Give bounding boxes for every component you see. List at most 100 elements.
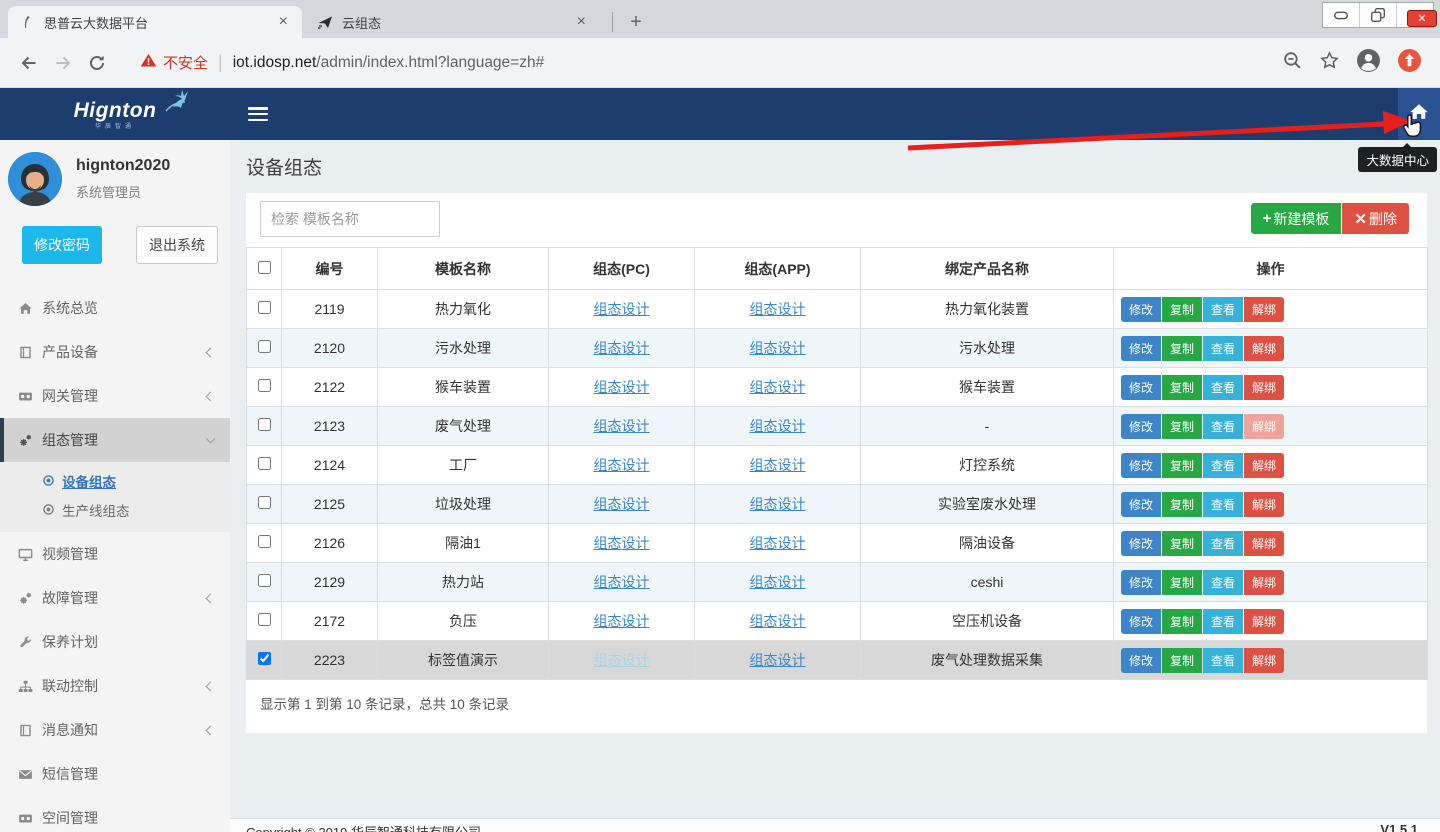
row-checkbox[interactable]	[258, 652, 271, 665]
submenu-item[interactable]: 生产线组态	[0, 495, 230, 524]
bookmark-star-icon[interactable]	[1319, 50, 1340, 76]
app-config-link[interactable]: 组态设计	[750, 535, 806, 551]
app-config-link[interactable]: 组态设计	[750, 340, 806, 356]
app-config-link[interactable]: 组态设计	[750, 301, 806, 317]
restore-button[interactable]	[1360, 3, 1397, 27]
row-checkbox[interactable]	[258, 301, 271, 314]
edit-button[interactable]: 修改	[1121, 375, 1161, 400]
row-checkbox[interactable]	[258, 574, 271, 587]
edit-button[interactable]: 修改	[1121, 297, 1161, 322]
view-button[interactable]: 查看	[1203, 453, 1243, 478]
sidebar-item[interactable]: 产品设备	[0, 330, 230, 374]
row-checkbox[interactable]	[258, 340, 271, 353]
copy-button[interactable]: 复制	[1162, 609, 1202, 634]
view-button[interactable]: 查看	[1203, 648, 1243, 673]
view-button[interactable]: 查看	[1203, 531, 1243, 556]
unbind-button[interactable]: 解绑	[1244, 570, 1284, 595]
delete-button[interactable]: ✕删除	[1342, 203, 1409, 234]
copy-button[interactable]: 复制	[1162, 492, 1202, 517]
new-tab-button[interactable]: +	[622, 8, 650, 36]
app-config-link[interactable]: 组态设计	[750, 652, 806, 668]
pc-config-link[interactable]: 组态设计	[594, 496, 650, 512]
unbind-button[interactable]: 解绑	[1244, 609, 1284, 634]
row-checkbox[interactable]	[258, 379, 271, 392]
copy-button[interactable]: 复制	[1162, 336, 1202, 361]
sidebar-item[interactable]: 短信管理	[0, 752, 230, 796]
url-text[interactable]: iot.idosp.net/admin/index.html?language=…	[233, 54, 545, 72]
edit-button[interactable]: 修改	[1121, 492, 1161, 517]
unbind-button[interactable]: 解绑	[1244, 375, 1284, 400]
pc-config-link[interactable]: 组态设计	[594, 457, 650, 473]
unbind-button[interactable]: 解绑	[1244, 648, 1284, 673]
row-checkbox[interactable]	[258, 418, 271, 431]
pc-config-link[interactable]: 组态设计	[594, 535, 650, 551]
bigdata-home-button[interactable]	[1398, 88, 1440, 140]
reload-button[interactable]	[80, 46, 114, 80]
tab-close-icon[interactable]: ×	[275, 13, 292, 31]
edit-button[interactable]: 修改	[1121, 570, 1161, 595]
browser-update-icon[interactable]	[1397, 48, 1422, 78]
sidebar-toggle-hamburger-icon[interactable]	[248, 105, 268, 123]
logout-button[interactable]: 退出系统	[136, 226, 218, 264]
copy-button[interactable]: 复制	[1162, 531, 1202, 556]
view-button[interactable]: 查看	[1203, 336, 1243, 361]
unbind-button[interactable]: 解绑	[1244, 492, 1284, 517]
app-config-link[interactable]: 组态设计	[750, 379, 806, 395]
copy-button[interactable]: 复制	[1162, 570, 1202, 595]
browser-tab[interactable]: 云组态×	[306, 6, 600, 38]
view-button[interactable]: 查看	[1203, 492, 1243, 517]
view-button[interactable]: 查看	[1203, 609, 1243, 634]
unbind-button[interactable]: 解绑	[1244, 453, 1284, 478]
edit-button[interactable]: 修改	[1121, 414, 1161, 439]
edit-button[interactable]: 修改	[1121, 453, 1161, 478]
forward-button[interactable]	[46, 46, 80, 80]
new-template-button[interactable]: +新建模板	[1251, 203, 1342, 234]
pc-config-link[interactable]: 组态设计	[594, 379, 650, 395]
view-button[interactable]: 查看	[1203, 570, 1243, 595]
copy-button[interactable]: 复制	[1162, 648, 1202, 673]
edit-button[interactable]: 修改	[1121, 648, 1161, 673]
sidebar-item[interactable]: 组态管理	[0, 418, 230, 462]
minimize-button[interactable]	[1323, 3, 1360, 27]
address-bar[interactable]: 不安全 | iot.idosp.net/admin/index.html?lan…	[140, 52, 1282, 74]
browser-tab[interactable]: 思普云大数据平台×	[8, 6, 302, 38]
pc-config-link[interactable]: 组态设计	[594, 574, 650, 590]
unbind-button[interactable]: 解绑	[1244, 297, 1284, 322]
sidebar-item[interactable]: 消息通知	[0, 708, 230, 752]
select-all-checkbox[interactable]	[258, 261, 271, 274]
sidebar-item[interactable]: 视频管理	[0, 532, 230, 576]
edit-button[interactable]: 修改	[1121, 531, 1161, 556]
sidebar-item[interactable]: 保养计划	[0, 620, 230, 664]
app-config-link[interactable]: 组态设计	[750, 613, 806, 629]
app-config-link[interactable]: 组态设计	[750, 574, 806, 590]
row-checkbox[interactable]	[258, 535, 271, 548]
copy-button[interactable]: 复制	[1162, 297, 1202, 322]
row-checkbox[interactable]	[258, 613, 271, 626]
app-config-link[interactable]: 组态设计	[750, 418, 806, 434]
sidebar-item[interactable]: 网关管理	[0, 374, 230, 418]
app-config-link[interactable]: 组态设计	[750, 457, 806, 473]
edit-button[interactable]: 修改	[1121, 336, 1161, 361]
view-button[interactable]: 查看	[1203, 414, 1243, 439]
back-button[interactable]	[12, 46, 46, 80]
view-button[interactable]: 查看	[1203, 297, 1243, 322]
pc-config-link[interactable]: 组态设计	[594, 418, 650, 434]
pc-config-link[interactable]: 组态设计	[594, 340, 650, 356]
submenu-item[interactable]: 设备组态	[0, 466, 230, 495]
sidebar-item[interactable]: 空间管理	[0, 796, 230, 832]
pc-config-link[interactable]: 组态设计	[594, 301, 650, 317]
tab-close-icon[interactable]: ×	[573, 13, 590, 31]
change-password-button[interactable]: 修改密码	[22, 226, 102, 264]
unbind-button[interactable]: 解绑	[1244, 531, 1284, 556]
sidebar-item[interactable]: 系统总览	[0, 286, 230, 330]
search-input[interactable]	[260, 201, 440, 237]
copy-button[interactable]: 复制	[1162, 414, 1202, 439]
zoom-out-icon[interactable]	[1282, 50, 1303, 76]
copy-button[interactable]: 复制	[1162, 453, 1202, 478]
sidebar-item[interactable]: 联动控制	[0, 664, 230, 708]
row-checkbox[interactable]	[258, 457, 271, 470]
row-checkbox[interactable]	[258, 496, 271, 509]
app-config-link[interactable]: 组态设计	[750, 496, 806, 512]
view-button[interactable]: 查看	[1203, 375, 1243, 400]
unbind-button[interactable]: 解绑	[1244, 336, 1284, 361]
